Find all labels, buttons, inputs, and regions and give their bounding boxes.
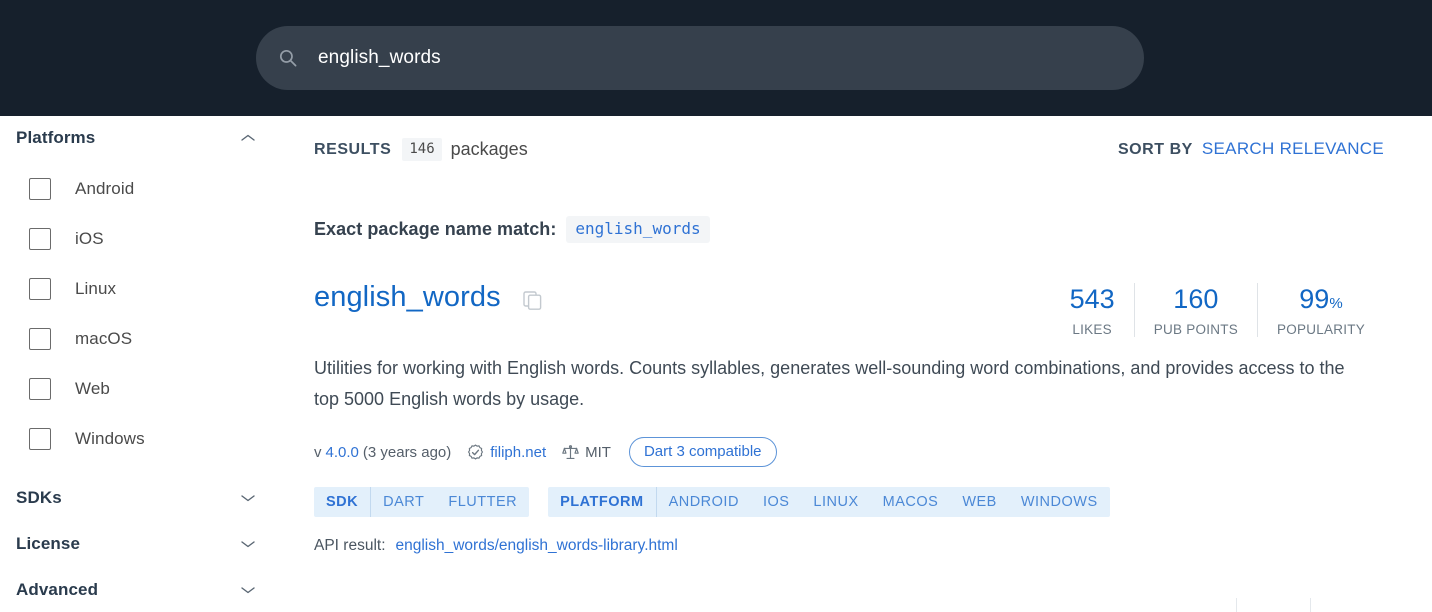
- score-pub-points: 160 PUB POINTS: [1133, 283, 1257, 338]
- package-card: english_words 543 LIKES 160 PUB POINTS 9…: [314, 281, 1384, 555]
- results-header-row: RESULTS 146 packages SORT BY SEARCH RELE…: [314, 116, 1384, 161]
- filter-section-title: Advanced: [16, 580, 99, 599]
- page-body: Platforms Android iOS Linux macOS Web Wi…: [0, 116, 1432, 612]
- sort-by-kicker: SORT BY: [1117, 140, 1193, 158]
- results-unit-label: packages: [450, 139, 528, 159]
- tag-group-sdk: SDK DART FLUTTER: [314, 487, 530, 518]
- checkbox-linux[interactable]: [29, 278, 51, 300]
- tag-android[interactable]: ANDROID: [657, 487, 751, 517]
- license-label: MIT: [585, 443, 611, 461]
- api-result-label: API result:: [314, 537, 386, 555]
- peek-divider-cell: [1236, 598, 1310, 612]
- filter-section-platforms[interactable]: Platforms: [16, 116, 300, 160]
- tag-group-head[interactable]: PLATFORM: [548, 487, 657, 518]
- chevron-down-icon[interactable]: [240, 585, 256, 595]
- publisher-link[interactable]: filiph.net: [490, 444, 546, 461]
- checkbox-android[interactable]: [29, 178, 51, 200]
- exact-match-row: Exact package name match: english_words: [314, 216, 1384, 243]
- results-kicker: RESULTS: [314, 140, 392, 158]
- package-meta-row: v 4.0.0 (3 years ago) filiph.net MIT Dar…: [314, 437, 1384, 468]
- tag-linux[interactable]: LINUX: [801, 487, 870, 517]
- sort-control[interactable]: SORT BY SEARCH RELEVANCE: [1118, 139, 1384, 159]
- filter-label: Web: [75, 379, 110, 398]
- filter-section-sdks[interactable]: SDKs: [16, 476, 300, 520]
- chevron-down-icon[interactable]: [240, 539, 256, 549]
- chevron-down-icon[interactable]: [240, 493, 256, 503]
- filters-sidebar: Platforms Android iOS Linux macOS Web Wi…: [0, 116, 300, 612]
- tag-dart[interactable]: DART: [371, 487, 436, 517]
- platform-filter-list: Android iOS Linux macOS Web Windows: [16, 164, 300, 464]
- search-input[interactable]: [316, 46, 1122, 70]
- percent-sign: %: [1329, 295, 1343, 312]
- search-bar[interactable]: [256, 26, 1144, 90]
- tag-ios[interactable]: IOS: [751, 487, 801, 517]
- score-label: POPULARITY: [1276, 322, 1365, 338]
- package-title-wrap: english_words: [314, 281, 542, 314]
- api-result-row: API result: english_words/english_words-…: [314, 537, 1384, 555]
- copy-icon[interactable]: [522, 291, 542, 310]
- score-value: 160: [1173, 284, 1219, 314]
- sort-by-value[interactable]: SEARCH RELEVANCE: [1202, 139, 1384, 159]
- version-prefix: v: [314, 443, 322, 461]
- filter-section-license[interactable]: License: [16, 522, 300, 566]
- score-number: 99: [1299, 284, 1330, 314]
- balance-scale-icon: [562, 444, 579, 461]
- tag-flutter[interactable]: FLUTTER: [436, 487, 529, 517]
- filter-section-title: License: [16, 534, 81, 553]
- package-card-top: english_words 543 LIKES 160 PUB POINTS 9…: [314, 281, 1384, 338]
- filter-item-web[interactable]: Web: [16, 364, 300, 414]
- exact-match-package-chip[interactable]: english_words: [566, 216, 710, 243]
- tag-group-platform: PLATFORM ANDROID IOS LINUX MACOS WEB WIN…: [548, 487, 1110, 518]
- filter-section-title: SDKs: [16, 488, 62, 507]
- peek-divider-cell: [1162, 598, 1236, 612]
- license-chip: MIT: [562, 444, 611, 461]
- publisher-chip[interactable]: filiph.net: [467, 444, 546, 461]
- tag-windows[interactable]: WINDOWS: [1009, 487, 1110, 517]
- search-icon: [278, 48, 298, 68]
- filter-section-advanced[interactable]: Advanced: [16, 568, 300, 612]
- version-link[interactable]: 4.0.0: [326, 444, 359, 461]
- filter-label: Linux: [75, 279, 117, 298]
- peek-divider-cell: [1310, 598, 1384, 612]
- verified-publisher-icon: [467, 444, 484, 461]
- results-count-badge: 146: [402, 138, 442, 161]
- checkbox-macos[interactable]: [29, 328, 51, 350]
- score-value: 99%: [1299, 283, 1342, 315]
- filter-item-windows[interactable]: Windows: [16, 414, 300, 464]
- tag-group-head[interactable]: SDK: [314, 487, 372, 518]
- package-tag-row: SDK DART FLUTTER PLATFORM ANDROID IOS LI…: [314, 487, 1384, 518]
- filter-label: Windows: [75, 429, 145, 448]
- score-popularity: 99% POPULARITY: [1256, 283, 1384, 338]
- filter-item-ios[interactable]: iOS: [16, 214, 300, 264]
- results-summary: RESULTS 146 packages: [314, 138, 528, 161]
- exact-match-label: Exact package name match:: [314, 219, 557, 239]
- tag-web[interactable]: WEB: [950, 487, 1009, 517]
- filter-section-title: Platforms: [16, 128, 96, 147]
- package-description: Utilities for working with English words…: [314, 358, 1345, 410]
- filter-item-macos[interactable]: macOS: [16, 314, 300, 364]
- filter-label: iOS: [75, 229, 104, 248]
- checkbox-web[interactable]: [29, 378, 51, 400]
- tag-macos[interactable]: MACOS: [871, 487, 951, 517]
- filter-label: Android: [75, 179, 135, 198]
- checkbox-windows[interactable]: [29, 428, 51, 450]
- score-label: PUB POINTS: [1153, 322, 1238, 338]
- filter-item-android[interactable]: Android: [16, 164, 300, 214]
- checkbox-ios[interactable]: [29, 228, 51, 250]
- package-scores: 543 LIKES 160 PUB POINTS 99% POPULARITY: [1051, 283, 1384, 338]
- next-package-scores-peek: [1162, 598, 1384, 612]
- score-likes: 543 LIKES: [1051, 283, 1134, 337]
- filter-item-linux[interactable]: Linux: [16, 264, 300, 314]
- search-results-main: RESULTS 146 packages SORT BY SEARCH RELE…: [300, 116, 1432, 612]
- score-value: 543: [1069, 284, 1115, 314]
- version-age: (3 years ago): [362, 443, 452, 461]
- site-header: [0, 0, 1432, 116]
- dart3-compatible-badge[interactable]: Dart 3 compatible: [628, 437, 777, 468]
- filter-label: macOS: [75, 329, 133, 348]
- chevron-up-icon[interactable]: [240, 133, 256, 143]
- package-title-link[interactable]: english_words: [314, 281, 501, 314]
- score-label: LIKES: [1072, 322, 1112, 338]
- api-result-link[interactable]: english_words/english_words-library.html: [396, 537, 678, 555]
